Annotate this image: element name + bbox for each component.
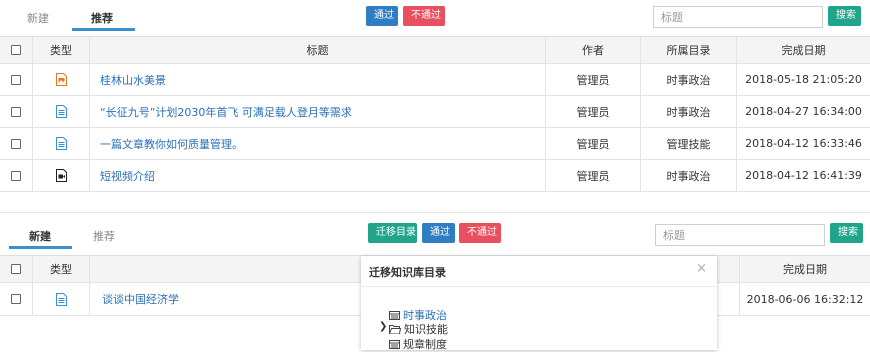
chevron-right-icon[interactable]: ❯ xyxy=(379,321,387,332)
row-date: 2018-04-12 16:41:39 xyxy=(745,169,862,182)
table-row[interactable]: “长征九号”计划2030年首飞 可满足载人登月等需求 管理员 时事政治 2018… xyxy=(0,96,870,128)
row-catalog: 管理技能 xyxy=(641,128,737,159)
row-author: 管理员 xyxy=(546,96,641,127)
active-tab-indicator xyxy=(9,246,72,249)
row-date: 2018-04-27 16:34:00 xyxy=(745,105,862,118)
tab-recommended[interactable]: 推荐 xyxy=(78,10,126,26)
folder-closed-icon xyxy=(389,339,400,349)
select-all-checkbox[interactable] xyxy=(11,264,21,274)
search-input[interactable] xyxy=(653,6,823,28)
tab-new[interactable]: 新建 xyxy=(16,228,64,244)
review-panel-recommended: 新建 推荐 通过 不通过 搜索 类型 标题 作者 所属目录 完成日期 桂林山水 xyxy=(0,0,870,194)
row-checkbox[interactable] xyxy=(11,74,21,85)
row-title-link[interactable]: 桂林山水美景 xyxy=(90,64,546,95)
row-date: 2018-04-12 16:33:46 xyxy=(745,137,862,150)
column-header-date: 完成日期 xyxy=(783,263,827,276)
row-catalog: 时事政治 xyxy=(641,96,737,127)
row-title-link[interactable]: 短视频介绍 xyxy=(90,160,546,191)
review-panel-new: 新建 推荐 迁移目录 通过 不通过 搜索 类型 标题 完成日期 谈谈中国经济学 … xyxy=(0,216,870,351)
image-file-icon xyxy=(55,73,67,86)
reject-button[interactable]: 不通过 xyxy=(459,223,501,243)
pass-button[interactable]: 通过 xyxy=(422,223,455,243)
dialog-header-divider xyxy=(361,286,717,287)
column-header-author: 作者 xyxy=(546,37,641,63)
select-all-checkbox[interactable] xyxy=(11,45,21,55)
section-divider xyxy=(0,212,870,213)
document-file-icon xyxy=(55,105,67,118)
document-file-icon xyxy=(55,292,67,306)
column-header-type: 类型 xyxy=(33,37,90,63)
row-author: 管理员 xyxy=(546,160,641,191)
search-button[interactable]: 搜索 xyxy=(830,223,863,243)
folder-closed-icon xyxy=(389,310,400,320)
active-tab-indicator xyxy=(72,28,135,31)
table-row[interactable]: 桂林山水美景 管理员 时事政治 2018-05-18 21:05:20 xyxy=(0,64,870,96)
dialog-title: 迁移知识库目录 xyxy=(369,266,446,279)
tab-new[interactable]: 新建 xyxy=(18,10,58,26)
column-header-date: 完成日期 xyxy=(781,44,826,57)
table-header-row: 类型 标题 作者 所属目录 完成日期 xyxy=(0,37,870,64)
migrate-catalog-dialog: 迁移知识库目录 × 时事政治 ❯ 知识技能 规章制度 xyxy=(361,256,717,351)
column-header-catalog: 所属目录 xyxy=(641,37,737,63)
row-author: 管理员 xyxy=(546,128,641,159)
row-checkbox[interactable] xyxy=(11,170,21,181)
column-header-type: 类型 xyxy=(33,256,90,282)
tree-item-label: 知识技能 xyxy=(404,323,448,336)
reject-button[interactable]: 不通过 xyxy=(403,6,445,26)
search-button[interactable]: 搜索 xyxy=(828,6,861,26)
video-file-icon xyxy=(55,169,67,182)
pass-button[interactable]: 通过 xyxy=(366,6,398,26)
row-checkbox[interactable] xyxy=(11,294,21,304)
search-input[interactable] xyxy=(655,224,825,246)
row-date: 2018-05-18 21:05:20 xyxy=(745,73,862,86)
row-title-link[interactable]: 一篇文章教你如何质量管理。 xyxy=(90,128,546,159)
table-row[interactable]: 一篇文章教你如何质量管理。 管理员 管理技能 2018-04-12 16:33:… xyxy=(0,128,870,160)
row-author: 管理员 xyxy=(546,64,641,95)
table-row[interactable]: 短视频介绍 管理员 时事政治 2018-04-12 16:41:39 xyxy=(0,160,870,192)
column-header-title: 标题 xyxy=(90,37,546,63)
migrate-catalog-button[interactable]: 迁移目录 xyxy=(368,223,417,243)
row-catalog: 时事政治 xyxy=(641,64,737,95)
row-title-link[interactable]: “长征九号”计划2030年首飞 可满足载人登月等需求 xyxy=(90,96,546,127)
folder-open-icon xyxy=(389,325,401,334)
row-checkbox[interactable] xyxy=(11,106,21,117)
close-icon[interactable]: × xyxy=(696,261,707,276)
row-checkbox[interactable] xyxy=(11,138,21,149)
row-catalog: 时事政治 xyxy=(641,160,737,191)
tree-item-knowledge-skills[interactable]: 知识技能 xyxy=(389,321,448,337)
row-date: 2018-06-06 16:32:12 xyxy=(746,292,864,306)
tab-recommended[interactable]: 推荐 xyxy=(80,228,128,244)
document-file-icon xyxy=(55,137,67,150)
content-table: 类型 标题 作者 所属目录 完成日期 桂林山水美景 管理员 时事政治 2018-… xyxy=(0,36,870,195)
